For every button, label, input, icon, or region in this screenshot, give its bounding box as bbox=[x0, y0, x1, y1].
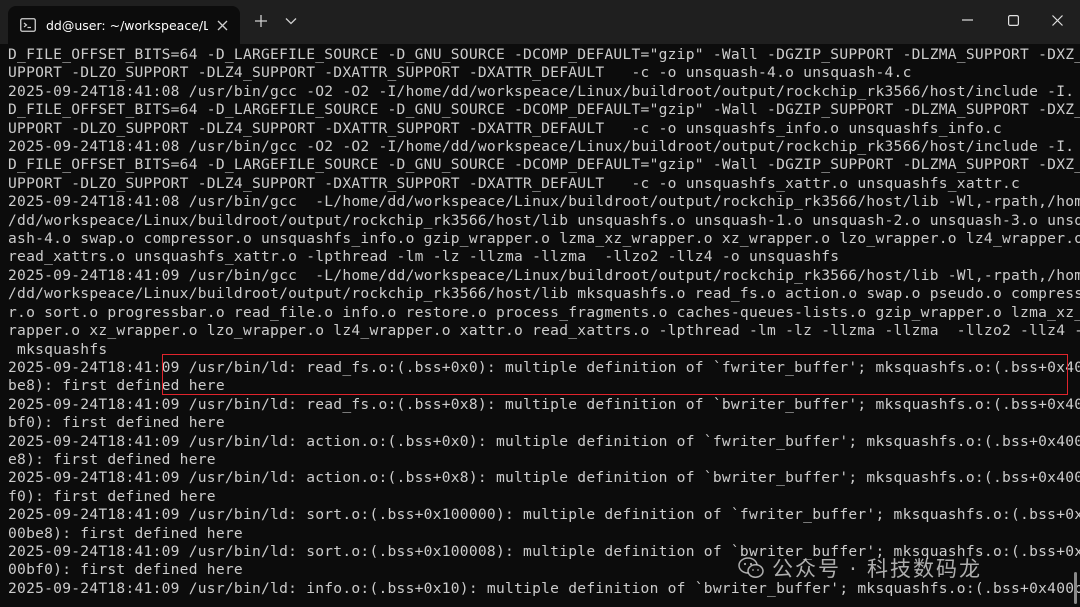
terminal-line: UPPORT -DLZO_SUPPORT -DLZ4_SUPPORT -DXAT… bbox=[8, 174, 1021, 192]
maximize-button[interactable] bbox=[990, 0, 1036, 40]
tab-close-icon[interactable] bbox=[214, 17, 230, 33]
scrollbar[interactable] bbox=[1070, 564, 1080, 604]
terminal-line: 2025-09-24T18:41:08 /usr/bin/gcc -O2 -O2… bbox=[8, 138, 1080, 156]
terminal-tab[interactable]: dd@user: ~/workspeace/Linux bbox=[8, 6, 240, 44]
terminal-line: e8): first defined here bbox=[8, 450, 216, 468]
terminal-line: r.o sort.o progressbar.o read_file.o inf… bbox=[8, 303, 1080, 321]
terminal-line: 2025-09-24T18:41:09 /usr/bin/ld: read_fs… bbox=[8, 358, 1080, 376]
terminal-line: D_FILE_OFFSET_BITS=64 -D_LARGEFILE_SOURC… bbox=[8, 46, 1080, 63]
terminal-line: 2025-09-24T18:41:09 /usr/bin/ld: sort.o:… bbox=[8, 506, 1080, 524]
terminal-lines: D_FILE_OFFSET_BITS=64 -D_LARGEFILE_SOURC… bbox=[8, 46, 1080, 598]
maximize-icon bbox=[1007, 14, 1019, 26]
terminal-line: mksquashfs bbox=[8, 340, 108, 358]
terminal-line: read_xattrs.o unsquashfs_xattr.o -lpthre… bbox=[8, 248, 840, 266]
new-tab-button[interactable] bbox=[246, 6, 276, 36]
minimize-icon bbox=[961, 19, 973, 21]
minimize-button[interactable] bbox=[944, 0, 990, 40]
terminal-line: bf0): first defined here bbox=[8, 414, 225, 432]
terminal-window: dd@user: ~/workspeace/Linux bbox=[0, 0, 1080, 607]
close-window-button[interactable] bbox=[1034, 0, 1080, 40]
title-bar[interactable]: dd@user: ~/workspeace/Linux bbox=[0, 0, 1080, 44]
watermark-text: 公众号 · 科技数码龙 bbox=[772, 557, 983, 581]
terminal-output[interactable]: D_FILE_OFFSET_BITS=64 -D_LARGEFILE_SOURC… bbox=[0, 44, 1080, 607]
terminal-line: UPPORT -DLZO_SUPPORT -DLZ4_SUPPORT -DXAT… bbox=[8, 64, 912, 82]
terminal-line: 2025-09-24T18:41:09 /usr/bin/ld: read_fs… bbox=[8, 395, 1080, 413]
terminal-icon bbox=[20, 18, 36, 32]
chevron-down-icon bbox=[285, 18, 297, 25]
terminal-line: /dd/workspeace/Linux/buildroot/output/ro… bbox=[8, 211, 1080, 229]
tab-title: dd@user: ~/workspeace/Linux bbox=[46, 17, 208, 33]
terminal-line: 00be8): first defined here bbox=[8, 524, 243, 542]
plus-icon bbox=[255, 15, 267, 27]
terminal-line: be8): first defined here bbox=[8, 377, 225, 395]
terminal-line: 2025-09-24T18:41:08 /usr/bin/gcc -L/home… bbox=[8, 193, 1080, 211]
close-icon bbox=[1051, 14, 1063, 26]
terminal-line: 2025-09-24T18:41:09 /usr/bin/ld: action.… bbox=[8, 469, 1080, 487]
wechat-icon bbox=[738, 557, 764, 578]
terminal-line: D_FILE_OFFSET_BITS=64 -D_LARGEFILE_SOURC… bbox=[8, 156, 1080, 174]
tab-dropdown-button[interactable] bbox=[276, 6, 306, 36]
terminal-line: ash-4.o swap.o compressor.o unsquashfs_i… bbox=[8, 230, 1080, 248]
terminal-line: f0): first defined here bbox=[8, 487, 216, 505]
terminal-line: 2025-09-24T18:41:09 /usr/bin/ld: action.… bbox=[8, 432, 1080, 450]
terminal-line: /dd/workspeace/Linux/buildroot/output/ro… bbox=[8, 285, 1080, 303]
terminal-line: 2025-09-24T18:41:09 /usr/bin/gcc -L/home… bbox=[8, 266, 1080, 284]
watermark: 公众号 · 科技数码龙 bbox=[738, 553, 982, 583]
terminal-line: D_FILE_OFFSET_BITS=64 -D_LARGEFILE_SOURC… bbox=[8, 101, 1080, 119]
terminal-line: rapper.o xz_wrapper.o lzo_wrapper.o lz4_… bbox=[8, 322, 1080, 340]
terminal-line: UPPORT -DLZO_SUPPORT -DLZ4_SUPPORT -DXAT… bbox=[8, 119, 1002, 137]
terminal-line: 2025-09-24T18:41:08 /usr/bin/gcc -O2 -O2… bbox=[8, 82, 1080, 100]
scrollbar-thumb[interactable] bbox=[1074, 572, 1077, 604]
